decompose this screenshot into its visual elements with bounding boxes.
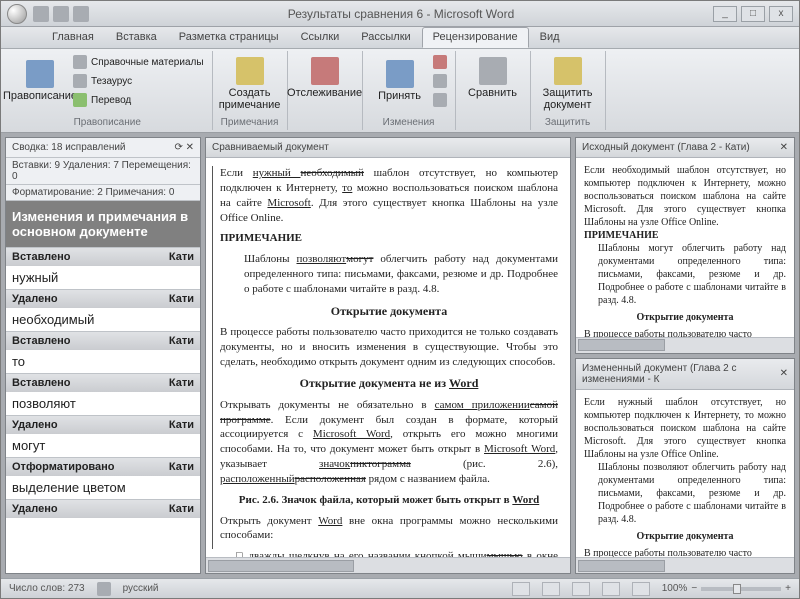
hscroll-center[interactable]	[206, 557, 570, 573]
tab-references[interactable]: Ссылки	[290, 27, 351, 48]
research-button[interactable]: Справочные материалы	[71, 53, 206, 71]
change-item[interactable]: ВставленоКатипозволяют	[6, 373, 200, 415]
group-proofing-label: Правописание	[9, 115, 206, 128]
new-comment-button[interactable]: Создать примечание	[219, 53, 281, 115]
original-doc-header: Исходный документ (Глава 2 - Кати)	[582, 142, 750, 153]
revised-document-pane: Измененный документ (Глава 2 с изменения…	[575, 358, 795, 575]
ribbon-tabs: Главная Вставка Разметка страницы Ссылки…	[1, 27, 799, 49]
summary-line2: Вставки: 9 Удаления: 7 Перемещения: 0	[6, 158, 200, 185]
view-draft[interactable]	[632, 582, 650, 596]
prev-change-button[interactable]	[431, 72, 449, 90]
translate-button[interactable]: Перевод	[71, 91, 206, 109]
ribbon: Правописание Справочные материалы Тезаур…	[1, 49, 799, 133]
tab-home[interactable]: Главная	[41, 27, 105, 48]
summary-line3: Форматирование: 2 Примечания: 0	[6, 185, 200, 201]
zoom-out-button[interactable]: −	[691, 583, 697, 594]
zoom-in-button[interactable]: +	[785, 583, 791, 594]
spellcheck-icon[interactable]	[97, 582, 111, 596]
language-status[interactable]: русский	[123, 583, 159, 594]
change-item[interactable]: УдаленоКатинеобходимый	[6, 289, 200, 331]
changes-section-title: Изменения и примечания в основном докуме…	[6, 201, 200, 247]
revised-doc-body[interactable]: Если нужный шаблон отсутствует, но компь…	[576, 390, 794, 558]
revised-doc-header: Измененный документ (Глава 2 с изменения…	[582, 363, 776, 385]
spelling-label: Правописание	[3, 90, 77, 102]
tab-mailings[interactable]: Рассылки	[350, 27, 421, 48]
quick-access-toolbar	[33, 6, 89, 22]
change-item[interactable]: УдаленоКатимогут	[6, 415, 200, 457]
view-fullscreen[interactable]	[542, 582, 560, 596]
original-document-pane: Исходный документ (Глава 2 - Кати) ✕ Если…	[575, 137, 795, 354]
close-button[interactable]: x	[769, 6, 793, 22]
word-count[interactable]: Число слов: 273	[9, 583, 85, 594]
close-icon[interactable]: ✕	[780, 142, 788, 153]
hscroll-rev[interactable]	[576, 557, 794, 573]
view-outline[interactable]	[602, 582, 620, 596]
refresh-icon[interactable]: ⟳	[174, 142, 182, 153]
view-print-layout[interactable]	[512, 582, 530, 596]
spelling-button[interactable]: Правописание	[9, 53, 71, 109]
change-item[interactable]: ВставленоКатито	[6, 331, 200, 373]
next-change-button[interactable]	[431, 91, 449, 109]
tab-view[interactable]: Вид	[529, 27, 571, 48]
tab-insert[interactable]: Вставка	[105, 27, 168, 48]
compared-doc-header: Сравниваемый документ	[206, 138, 570, 158]
view-web[interactable]	[572, 582, 590, 596]
undo-icon[interactable]	[53, 6, 69, 22]
compared-document-pane: Сравниваемый документ Если нужный необхо…	[205, 137, 571, 574]
change-item[interactable]: УдаленоКати	[6, 499, 200, 526]
tracking-button[interactable]: Отслеживание	[294, 53, 356, 103]
tab-review[interactable]: Рецензирование	[422, 27, 529, 48]
original-doc-body[interactable]: Если необходимый шаблон отсутствует, но …	[576, 158, 794, 337]
tab-layout[interactable]: Разметка страницы	[168, 27, 290, 48]
group-comments-label: Примечания	[219, 115, 281, 128]
accept-button[interactable]: Принять	[369, 53, 431, 109]
group-changes-label: Изменения	[369, 115, 449, 128]
office-button[interactable]	[7, 4, 27, 24]
reject-button[interactable]	[431, 53, 449, 71]
zoom-level[interactable]: 100%	[662, 583, 688, 594]
compare-button[interactable]: Сравнить	[462, 53, 524, 103]
redo-icon[interactable]	[73, 6, 89, 22]
protect-button[interactable]: Защитить документ	[537, 53, 599, 115]
window-title: Результаты сравнения 6 - Microsoft Word	[89, 7, 713, 21]
title-bar: Результаты сравнения 6 - Microsoft Word …	[1, 1, 799, 27]
change-item[interactable]: ВставленоКатинужный	[6, 247, 200, 289]
status-bar: Число слов: 273 русский 100% − +	[1, 578, 799, 598]
close-icon[interactable]: ✕	[780, 368, 788, 379]
compared-doc-body[interactable]: Если нужный необходимый шаблон отсутству…	[206, 158, 570, 557]
minimize-button[interactable]: _	[713, 6, 737, 22]
change-item[interactable]: ОтформатированоКативыделение цветом	[6, 457, 200, 499]
thesaurus-button[interactable]: Тезаурус	[71, 72, 206, 90]
summary-header: Сводка: 18 исправлений ⟳ ✕	[6, 138, 200, 158]
save-icon[interactable]	[33, 6, 49, 22]
maximize-button[interactable]: □	[741, 6, 765, 22]
close-pane-icon[interactable]: ✕	[186, 142, 194, 153]
group-protect-label: Защитить	[537, 115, 599, 128]
hscroll-orig[interactable]	[576, 337, 794, 353]
reviewing-pane: Сводка: 18 исправлений ⟳ ✕ Вставки: 9 Уд…	[5, 137, 201, 574]
zoom-slider[interactable]	[701, 587, 781, 591]
